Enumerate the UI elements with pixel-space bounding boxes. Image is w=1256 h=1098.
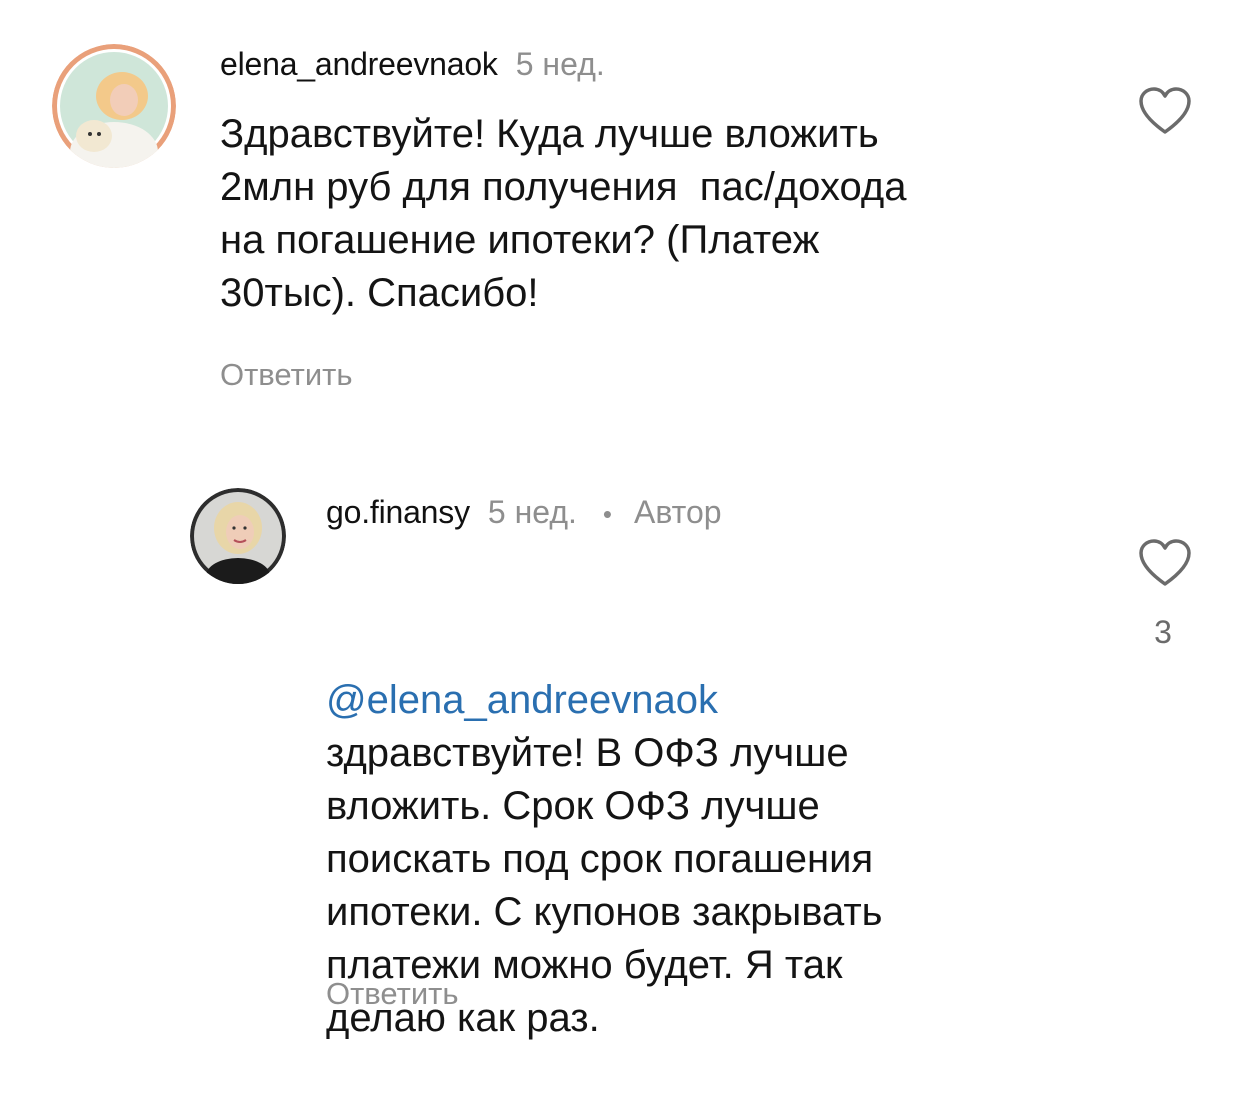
timestamp: 5 нед. [487, 494, 577, 530]
avatar[interactable] [190, 488, 286, 584]
comment-item: elena_andreevnaok 5 нед. Здравствуйте! Ку… [0, 0, 1256, 420]
reply-button[interactable]: Ответить [326, 974, 459, 1014]
like-count: 3 [1154, 614, 1172, 650]
heart-outline-icon[interactable] [1138, 538, 1192, 593]
author-badge: Автор [634, 494, 722, 530]
username[interactable]: elena_andreevnaok [220, 46, 498, 82]
comment-text-block: @elena_andreevnaok здравствуйте! В ОФЗ лу… [326, 568, 883, 1098]
reply-comment-item: go.finansy 5 нед. • Автор @elena_andreevnao… [0, 420, 1256, 1047]
reply-button[interactable]: Ответить [220, 355, 353, 395]
timestamp: 5 нед. [515, 46, 605, 82]
mention-link[interactable]: @elena_andreevnaok [326, 674, 883, 727]
comment-header: elena_andreevnaok 5 нед. [220, 44, 605, 84]
separator-dot: • [602, 499, 613, 529]
comment-text: Здравствуйте! Куда лучше вложить 2млн ру… [220, 112, 907, 315]
avatar[interactable] [52, 44, 176, 168]
comment-header: go.finansy 5 нед. • Автор [326, 492, 722, 534]
heart-outline-icon[interactable] [1138, 86, 1192, 141]
username[interactable]: go.finansy [326, 494, 470, 530]
